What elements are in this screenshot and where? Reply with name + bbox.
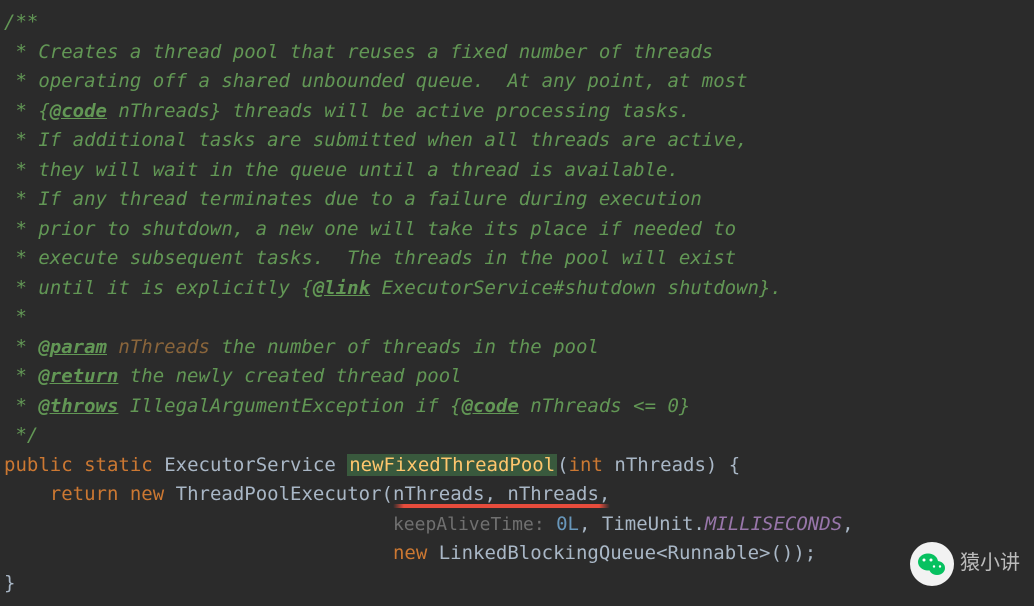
code-block: /** * Creates a thread pool that reuses …	[0, 0, 1034, 598]
javadoc-line: * If additional tasks are submitted when…	[4, 129, 748, 151]
javadoc-line: * @return the newly created thread pool	[4, 365, 462, 387]
javadoc-tag-return: @return	[38, 365, 118, 387]
wechat-icon	[910, 542, 954, 586]
javadoc-tag-code: @code	[462, 395, 519, 417]
method-name: newFixedThreadPool	[347, 454, 557, 476]
args-line-2: keepAliveTime: 0L, TimeUnit.MILLISECONDS…	[4, 513, 854, 535]
javadoc-tag-link: @link	[313, 277, 370, 299]
watermark-text: 猿小讲	[960, 549, 1020, 579]
javadoc-line: * until it is explicitly {@link Executor…	[4, 277, 782, 299]
args-line-3: new LinkedBlockingQueue<Runnable>());	[4, 542, 816, 564]
javadoc-line: * If any thread terminates due to a fail…	[4, 188, 702, 210]
javadoc-line: * Creates a thread pool that reuses a fi…	[4, 41, 713, 63]
javadoc-close: */	[4, 424, 38, 446]
javadoc-line: * @throws IllegalArgumentException if {@…	[4, 395, 690, 417]
javadoc-open: /**	[4, 11, 38, 33]
underlined-args: nThreads, nThreads,	[393, 483, 610, 505]
closing-brace: }	[4, 572, 15, 594]
javadoc-tag-code: @code	[50, 100, 107, 122]
return-line: return new ThreadPoolExecutor(nThreads, …	[4, 483, 610, 505]
javadoc-line: * execute subsequent tasks. The threads …	[4, 247, 736, 269]
method-signature: public static ExecutorService newFixedTh…	[4, 454, 740, 476]
javadoc-line: * prior to shutdown, a new one will take…	[4, 218, 736, 240]
javadoc-tag-throws: @throws	[38, 395, 118, 417]
javadoc-line: *	[4, 306, 27, 328]
param-hint: keepAliveTime:	[393, 514, 545, 535]
javadoc-line: * {@code nThreads} threads will be activ…	[4, 100, 690, 122]
watermark: 猿小讲	[910, 542, 1020, 586]
javadoc-line: * @param nThreads the number of threads …	[4, 336, 599, 358]
javadoc-line: * operating off a shared unbounded queue…	[4, 70, 748, 92]
javadoc-line: * they will wait in the queue until a th…	[4, 159, 679, 181]
javadoc-tag-param: @param	[38, 336, 107, 358]
